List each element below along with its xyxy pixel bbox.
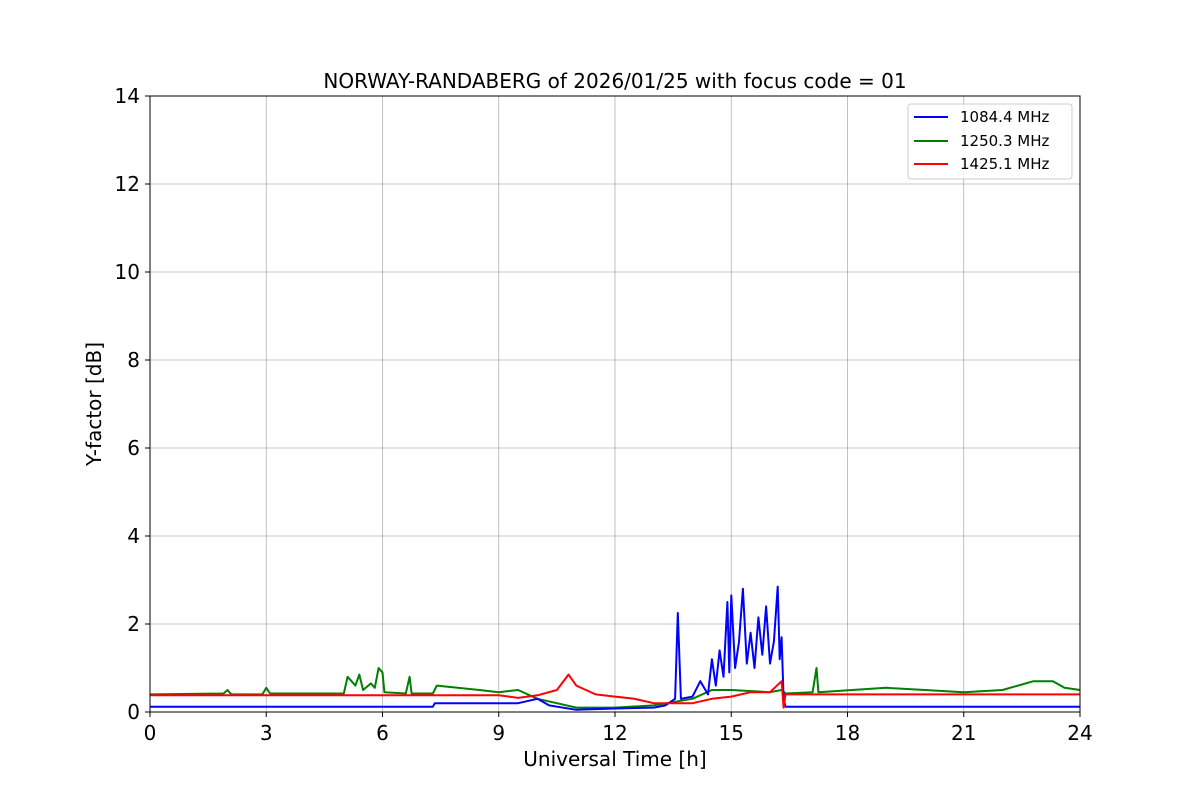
legend-label-1425: 1425.1 MHz (960, 155, 1049, 173)
x-tick-label: 9 (492, 721, 505, 745)
x-tick-label: 15 (719, 721, 744, 745)
x-tick-label: 21 (951, 721, 976, 745)
x-axis-label: Universal Time [h] (523, 747, 706, 771)
chart: 0 3 6 9 12 15 18 21 2402468101214 NORWAY-RANDABE… (0, 0, 1200, 800)
x-tick-label: 6 (376, 721, 389, 745)
x-tick-label: 12 (602, 721, 627, 745)
x-tick-label: 18 (835, 721, 860, 745)
y-tick-label: 4 (127, 524, 140, 548)
y-tick-label: 0 (127, 700, 140, 724)
y-tick-label: 14 (115, 84, 140, 108)
x-tick-label: 3 (260, 721, 273, 745)
legend-label-1084: 1084.4 MHz (960, 108, 1049, 126)
legend: 1084.4 MHz 1250.3 MHz 1425.1 MHz (907, 103, 1073, 180)
chart-title: NORWAY-RANDABERG of 2026/01/25 with focu… (323, 69, 906, 93)
x-tick-label: 0 (144, 721, 157, 745)
y-tick-label: 6 (127, 436, 140, 460)
y-axis-label: Y-factor [dB] (82, 342, 106, 467)
legend-label-1250: 1250.3 MHz (960, 132, 1049, 150)
x-tick-label: 24 (1067, 721, 1092, 745)
y-tick-label: 2 (127, 612, 140, 636)
y-tick-label: 8 (127, 348, 140, 372)
y-tick-label: 12 (115, 172, 140, 196)
y-tick-label: 10 (115, 260, 140, 284)
